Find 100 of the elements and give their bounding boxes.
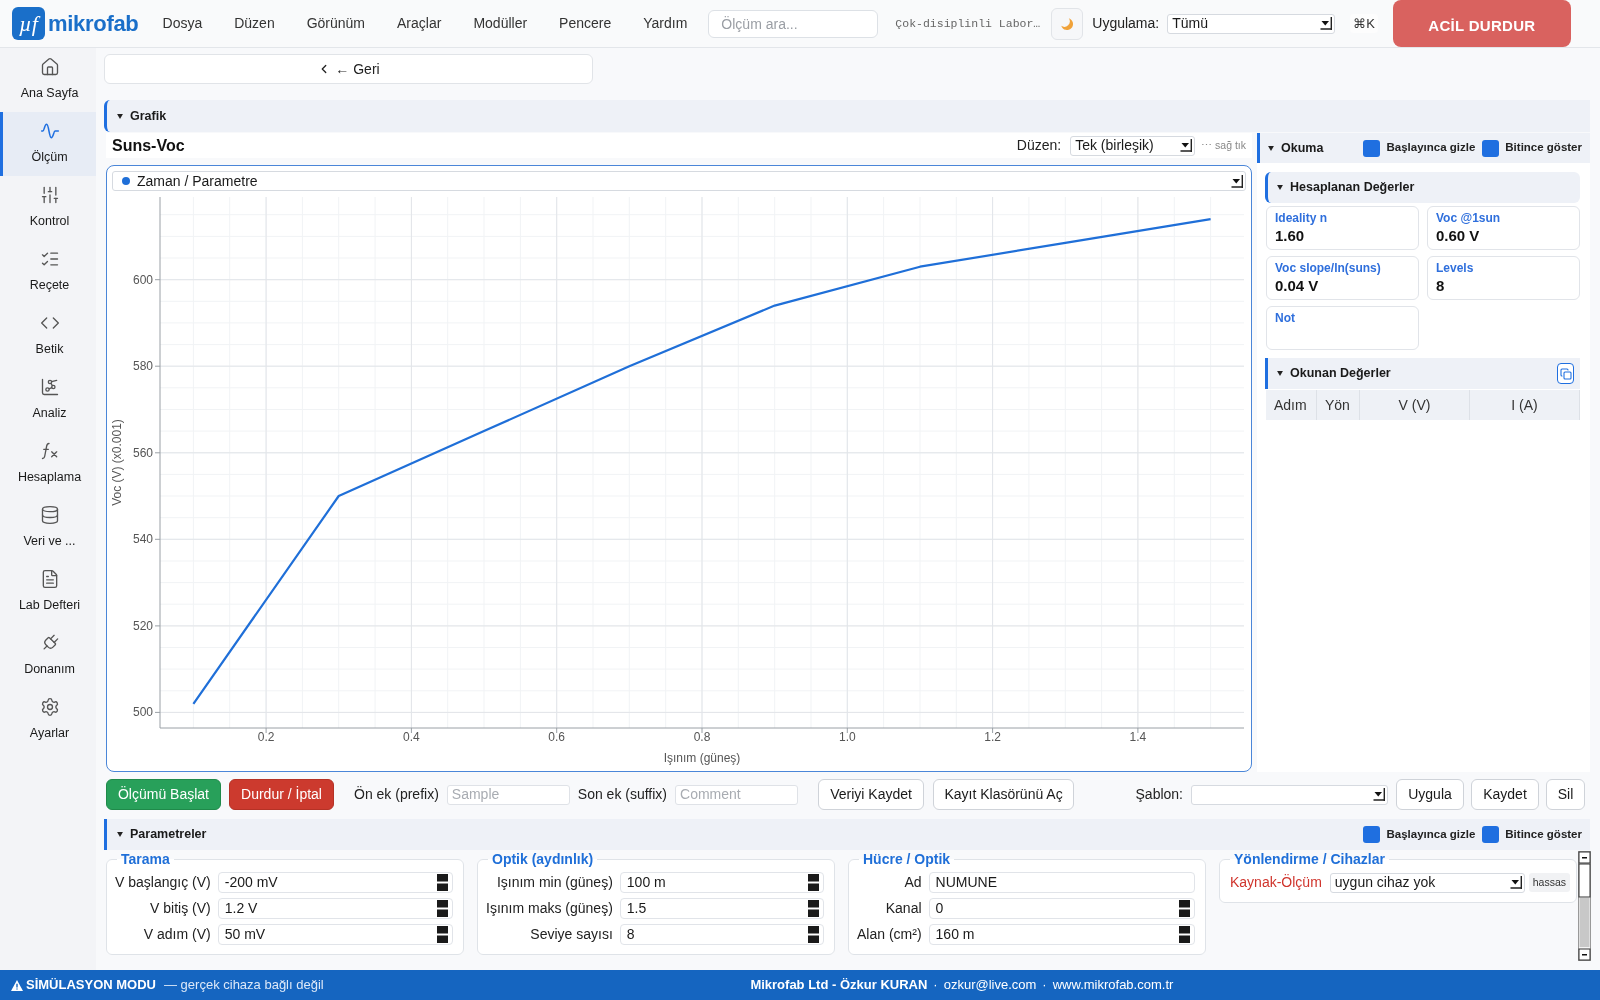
stepper-icon[interactable] xyxy=(808,926,819,943)
theme-toggle-button[interactable] xyxy=(1051,7,1084,40)
copy-icon xyxy=(1559,367,1572,380)
stepper-icon[interactable] xyxy=(437,926,448,943)
stepper-icon[interactable] xyxy=(437,900,448,917)
emergency-stop-button[interactable]: ACİL DURDUR xyxy=(1392,0,1571,47)
metric-label: Not xyxy=(1275,311,1296,326)
app-filter-label: Uygulama: xyxy=(1092,14,1160,33)
template-button[interactable]: Uygula xyxy=(1396,779,1464,810)
scrollbar[interactable] xyxy=(1578,851,1591,961)
checkbox[interactable] xyxy=(1482,139,1500,157)
sidebar-item[interactable]: Reçete xyxy=(0,240,96,304)
sidebar-item[interactable]: Analiz xyxy=(0,368,96,432)
checkbox[interactable] xyxy=(1482,826,1500,843)
search-field[interactable]: Ölçüm ara... xyxy=(708,9,879,38)
stepper-icon[interactable] xyxy=(1179,926,1190,943)
footer-link[interactable]: www.mikrofab.com.tr xyxy=(1052,975,1174,995)
text-field[interactable]: Sample xyxy=(446,784,570,805)
number-field[interactable]: 0 xyxy=(928,898,1195,919)
template-button[interactable]: Kaydet xyxy=(1471,779,1539,810)
field-label: Son ek (suffix) xyxy=(577,785,668,804)
sidebar-item[interactable]: Kontrol xyxy=(0,176,96,240)
menu-item[interactable]: Araçlar xyxy=(381,8,458,39)
axis-tick-label: 560 xyxy=(132,445,153,460)
group-title: Hücre / Optik xyxy=(862,851,952,868)
axis-tick-label: 540 xyxy=(132,532,153,547)
field-label: V bitiş (V) xyxy=(149,899,211,918)
dropdown[interactable]: Tümü xyxy=(1167,13,1336,34)
sidebar-item[interactable]: Donanım xyxy=(0,624,96,688)
dropdown[interactable]: Zaman / Parametre xyxy=(112,171,1246,191)
sidebar-item[interactable]: Ayarlar xyxy=(0,688,96,752)
caret-icon[interactable] xyxy=(117,113,123,119)
save-data-button[interactable]: Veriyi Kaydet xyxy=(818,779,925,810)
menu-item[interactable]: Modüller xyxy=(457,8,544,39)
dropdown[interactable]: Tek (birleşik) xyxy=(1070,135,1196,156)
caret-icon[interactable] xyxy=(1268,145,1274,151)
menu-item[interactable]: Görünüm xyxy=(290,8,382,39)
sidebar-item[interactable]: Veri ve ... xyxy=(0,496,96,560)
number-field[interactable]: 100 m xyxy=(619,872,824,893)
stepper-icon[interactable] xyxy=(1179,900,1190,917)
context-hint: ⋯ sağ tık xyxy=(1201,137,1246,153)
caret-icon[interactable] xyxy=(1277,371,1283,376)
sidebar-item[interactable]: Betik xyxy=(0,304,96,368)
menu-item[interactable]: Pencere xyxy=(543,8,628,39)
checkbox[interactable] xyxy=(1363,826,1381,843)
menu-item[interactable]: Yardım xyxy=(627,8,704,39)
sidebar-item[interactable]: Ölçüm xyxy=(0,112,96,176)
menu-item[interactable]: Düzen xyxy=(218,8,291,39)
checkbox-label: Başlayınca gizle xyxy=(1386,826,1476,842)
field-label: Kaynak-Ölçüm xyxy=(1230,873,1322,892)
column-header: Yön xyxy=(1317,390,1360,420)
caret-icon[interactable] xyxy=(1277,185,1283,190)
stepper-icon[interactable] xyxy=(808,900,819,917)
checkbox[interactable] xyxy=(1363,139,1381,157)
number-field[interactable]: -200 mV xyxy=(217,872,453,893)
sidebar-item[interactable]: Hesaplama xyxy=(0,432,96,496)
axis-tick-label: 500 xyxy=(132,705,153,720)
open-folder-button[interactable]: Kayıt Klasörünü Aç xyxy=(933,779,1075,810)
metric-value: 1.60 xyxy=(1275,226,1306,245)
function-icon xyxy=(39,441,60,462)
sidebar-item[interactable]: Ana Sayfa xyxy=(0,48,96,112)
back-button[interactable]: ← Geri xyxy=(104,54,593,84)
section-header[interactable]: Hesaplanan Değerler xyxy=(1265,172,1580,203)
checkbox-label: Başlayınca gizle xyxy=(1386,140,1476,156)
mode-note: — gerçek cihaza bağlı değil xyxy=(164,976,324,995)
text-field[interactable]: NUMUNE xyxy=(928,872,1195,893)
number-field[interactable]: 1.5 xyxy=(619,898,824,919)
moon-icon xyxy=(1061,17,1074,30)
footer-link[interactable]: ozkur@live.com xyxy=(943,975,1037,995)
column-header: V (V) xyxy=(1360,390,1470,420)
stepper-icon[interactable] xyxy=(437,874,448,891)
shortcut-hint: ⌘K xyxy=(1350,13,1378,34)
metric-value: 0.04 V xyxy=(1275,276,1320,295)
toggle-button[interactable]: hassas xyxy=(1528,873,1570,892)
dropdown-arrow-icon xyxy=(1180,138,1193,153)
number-field[interactable]: 160 m xyxy=(928,924,1195,945)
home-icon xyxy=(39,57,60,78)
dropdown[interactable]: uygun cihaz yok xyxy=(1329,872,1525,893)
axis-tick-label: 1.4 xyxy=(1129,730,1147,744)
field-label: Işınım maks (güneş) xyxy=(486,899,613,918)
caret-icon[interactable] xyxy=(117,832,123,837)
metric-value: 0.60 V xyxy=(1436,226,1481,245)
stop-button[interactable]: Durdur / İptal xyxy=(229,779,334,810)
section-header[interactable]: Parametreler Başlayınca gizle Bitince göster xyxy=(104,819,1590,850)
sidebar-item[interactable]: Lab Defteri xyxy=(0,560,96,624)
metric-label: Levels xyxy=(1436,261,1475,276)
field-label: Kanal xyxy=(884,899,922,918)
number-field[interactable]: 1.2 V xyxy=(217,898,453,919)
menu-item[interactable]: Dosya xyxy=(146,8,219,39)
column-header: Adım xyxy=(1266,390,1317,420)
template-button[interactable]: Sil xyxy=(1546,779,1585,810)
stepper-icon[interactable] xyxy=(808,874,819,891)
section-header[interactable]: Grafik xyxy=(104,100,1590,132)
section-header[interactable]: Okunan Değerler xyxy=(1265,358,1580,389)
text-field[interactable]: Comment xyxy=(675,784,799,805)
number-field[interactable]: 50 mV xyxy=(217,924,453,945)
copy-button[interactable] xyxy=(1557,363,1574,384)
section-header[interactable]: Okuma Başlayınca gizle Bitince göster xyxy=(1257,133,1590,163)
number-field[interactable]: 8 xyxy=(619,924,824,945)
separator: · xyxy=(933,976,938,995)
